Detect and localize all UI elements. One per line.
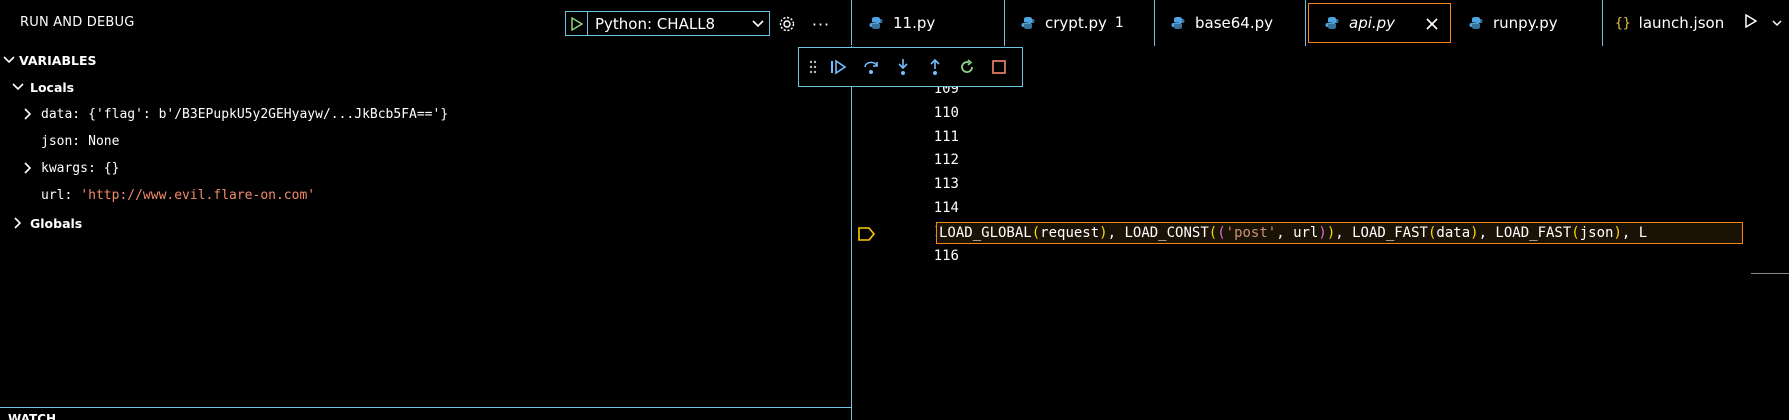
variable-row[interactable]: data: {'flag': b'/B3EPupkU5y2GEHyayw/...…	[0, 102, 852, 126]
tab-label: api.py	[1349, 14, 1396, 32]
variable-name: kwargs:	[41, 160, 96, 176]
tab-api-py[interactable]: api.py	[1308, 3, 1451, 43]
variable-row[interactable]: url: 'http://www.evil.flare-on.com'	[0, 183, 852, 207]
code-token: request	[1040, 225, 1100, 241]
debug-header: RUN AND DEBUG Python: CHALL8 ···	[0, 0, 852, 46]
chevron-down-icon	[11, 80, 25, 94]
variable-name: url:	[41, 187, 73, 203]
python-icon	[1467, 15, 1485, 31]
line-number: 114	[933, 200, 959, 216]
globals-label: Globals	[30, 215, 83, 231]
watch-label: WATCH	[8, 412, 57, 420]
tab-crypt-py[interactable]: crypt.py 1	[1005, 0, 1155, 46]
code-paren: (	[1208, 225, 1218, 241]
variable-value: 'http://www.evil.flare-on.com'	[80, 187, 316, 203]
code-paren: )	[1613, 225, 1622, 241]
python-icon	[867, 15, 885, 31]
code-token: , LOAD_CONST	[1107, 225, 1209, 241]
python-icon	[1169, 15, 1187, 31]
tab-launch-json[interactable]: {} launch.json	[1603, 0, 1723, 46]
launch-config-select[interactable]: Python: CHALL8	[565, 11, 770, 36]
code-token: json	[1579, 225, 1614, 241]
code-paren: (	[1031, 225, 1041, 241]
step-into-icon[interactable]	[891, 55, 915, 79]
line-number: 111	[933, 129, 959, 145]
code-paren: )	[1326, 225, 1336, 241]
problem-count-badge: 1	[1114, 15, 1124, 31]
line-number: 116	[933, 248, 959, 264]
python-icon	[1323, 15, 1341, 31]
tab-runpy-py[interactable]: runpy.py	[1453, 0, 1603, 46]
tab-label: runpy.py	[1493, 14, 1558, 32]
step-out-icon[interactable]	[923, 55, 947, 79]
editor-tab-bar: 11.py crypt.py 1 base64.py api.py runpy.…	[853, 0, 1789, 46]
variable-value: {}	[103, 160, 120, 176]
tab-label: base64.py	[1195, 14, 1274, 32]
locals-label: Locals	[30, 79, 75, 95]
variable-name: json:	[41, 133, 81, 149]
chevron-right-icon	[11, 216, 25, 230]
panel-title: RUN AND DEBUG	[20, 15, 135, 30]
start-debugging-icon[interactable]	[566, 12, 588, 35]
chevron-right-icon	[21, 161, 35, 175]
code-token: data	[1436, 225, 1471, 241]
code-paren: )	[1099, 225, 1108, 241]
gear-icon[interactable]	[776, 13, 798, 35]
code-token: , LOAD_FAST	[1478, 225, 1572, 241]
code-paren: (	[1217, 225, 1226, 241]
tab-base64-py[interactable]: base64.py	[1155, 0, 1306, 46]
locals-scope[interactable]: Locals	[0, 75, 852, 99]
run-and-debug-panel: RUN AND DEBUG Python: CHALL8 ··· VARIABL…	[0, 0, 852, 420]
code-string: 'post'	[1225, 225, 1277, 241]
code-paren: )	[1318, 225, 1327, 241]
close-icon[interactable]	[1424, 16, 1440, 32]
variable-row[interactable]: json: None	[0, 129, 852, 153]
variable-value: {'flag': b'/B3EPupkU5y2GEHyayw/...JkBcb5…	[88, 106, 449, 122]
variable-value: None	[88, 133, 120, 149]
json-icon: {}	[1615, 15, 1631, 31]
tab-label: launch.json	[1638, 14, 1723, 32]
watch-section-header[interactable]: WATCH	[8, 412, 68, 420]
line-number: 112	[933, 152, 959, 168]
chevron-down-icon	[2, 53, 16, 67]
more-actions-icon[interactable]: ···	[808, 13, 834, 35]
chevron-down-icon[interactable]	[1771, 16, 1782, 31]
restart-icon[interactable]	[955, 55, 979, 79]
code-token: , LOAD_FAST	[1335, 225, 1428, 241]
debug-toolbar	[798, 47, 1023, 87]
chevron-down-icon[interactable]	[747, 19, 769, 28]
code-token: , url	[1276, 225, 1319, 241]
variable-name: data:	[41, 106, 81, 122]
code-paren: (	[1571, 225, 1580, 241]
current-code-line[interactable]: LOAD_GLOBAL(request), LOAD_CONST(('post'…	[936, 222, 1743, 244]
line-number: 113	[933, 176, 959, 192]
code-token: , L	[1621, 225, 1648, 241]
execution-pointer-icon	[857, 226, 877, 242]
editor-actions	[1737, 0, 1789, 46]
code-token: LOAD_GLOBAL	[939, 225, 1032, 241]
section-divider	[0, 407, 852, 408]
variables-label: VARIABLES	[19, 52, 97, 68]
tab-label: crypt.py	[1045, 14, 1107, 32]
variable-row[interactable]: kwargs: {}	[0, 156, 852, 180]
run-icon[interactable]	[1744, 13, 1757, 32]
stop-icon[interactable]	[987, 55, 1011, 79]
continue-icon[interactable]	[827, 55, 851, 79]
python-icon	[1019, 15, 1037, 31]
tab-label: 11.py	[893, 14, 936, 32]
globals-scope[interactable]: Globals	[0, 211, 852, 235]
chevron-right-icon	[21, 107, 35, 121]
launch-config-label: Python: CHALL8	[595, 14, 716, 33]
variables-section-header[interactable]: VARIABLES	[0, 48, 852, 72]
scrollbar-marker	[1751, 273, 1789, 274]
tab-11-py[interactable]: 11.py	[853, 0, 1005, 46]
code-paren: )	[1470, 225, 1479, 241]
step-over-icon[interactable]	[859, 55, 883, 79]
line-number: 110	[933, 105, 959, 121]
drag-handle-icon[interactable]	[807, 55, 819, 79]
